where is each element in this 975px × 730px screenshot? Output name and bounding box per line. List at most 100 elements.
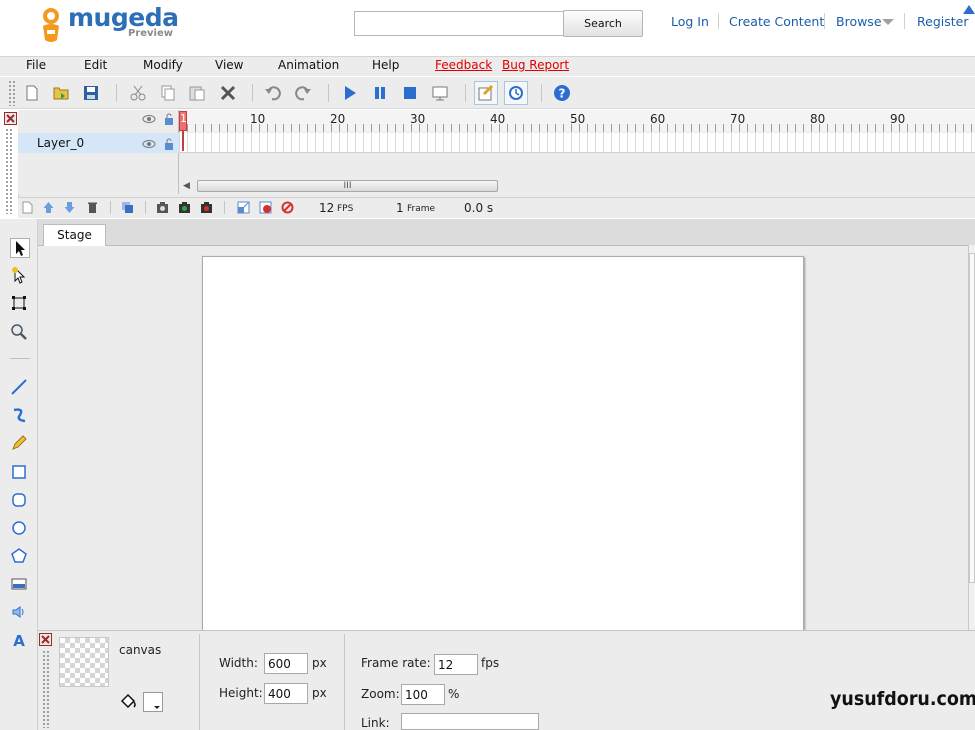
insert-frame-icon[interactable] [156, 201, 169, 214]
width-input[interactable]: 600 [264, 653, 308, 674]
text-tool[interactable]: A [10, 631, 30, 651]
play-icon[interactable] [341, 84, 359, 102]
close-icon[interactable] [39, 633, 52, 646]
motion-tween-icon[interactable] [237, 201, 250, 214]
zoom-label: Zoom: [361, 687, 400, 701]
search-button[interactable]: Search [563, 10, 643, 37]
help-icon[interactable]: ? [553, 84, 571, 102]
eye-icon[interactable] [142, 139, 156, 149]
new-layer-icon[interactable] [21, 201, 34, 214]
remove-keyframe-icon[interactable] [200, 201, 213, 214]
toolbar-grip[interactable] [8, 80, 16, 106]
edit-note-icon[interactable] [477, 84, 495, 102]
new-file-icon[interactable] [23, 84, 41, 102]
ellipse-tool[interactable] [10, 519, 30, 539]
circle-icon [12, 521, 26, 535]
svg-text:A: A [13, 632, 25, 649]
trash-icon[interactable] [86, 201, 99, 214]
pause-icon[interactable] [371, 84, 389, 102]
collapse-up-icon[interactable] [963, 5, 975, 14]
rounded-rectangle-tool[interactable] [10, 491, 30, 511]
panel-separator [199, 634, 200, 730]
copy-icon[interactable] [159, 84, 177, 102]
layer-name[interactable]: Layer_0 [37, 136, 84, 150]
frame-rate-label: Frame rate: [361, 656, 431, 670]
scroll-left-arrow-icon[interactable]: ◀ [183, 181, 190, 191]
playhead-line [182, 131, 184, 151]
paste-icon[interactable] [188, 84, 206, 102]
preview-screen-icon[interactable] [431, 84, 449, 102]
rectangle-tool[interactable] [10, 463, 30, 483]
magnifier-icon [11, 324, 27, 340]
menu-view[interactable]: View [215, 58, 243, 72]
properties-grip[interactable] [42, 650, 50, 728]
timeline-scrollbar[interactable]: III [197, 180, 498, 192]
bug-report-link[interactable]: Bug Report [502, 58, 569, 72]
stage-vertical-scrollbar[interactable] [968, 245, 975, 630]
menu-edit[interactable]: Edit [84, 58, 107, 72]
menu-file[interactable]: File [26, 58, 46, 72]
height-input[interactable]: 400 [264, 683, 308, 704]
feedback-link[interactable]: Feedback [435, 58, 492, 72]
nav-separator [904, 13, 905, 29]
image-tool[interactable] [10, 575, 30, 595]
zoom-tool[interactable] [10, 323, 30, 343]
frame-rate-input[interactable]: 12 [434, 654, 478, 675]
lock-icon[interactable] [164, 112, 174, 126]
transform-tool[interactable] [10, 294, 30, 314]
menu-animation[interactable]: Animation [278, 58, 339, 72]
frame-rate-unit: fps [481, 656, 500, 670]
background-color-swatch[interactable] [143, 692, 163, 712]
time-value: 0.0 s [464, 201, 494, 215]
ruler-number: 90 [890, 112, 906, 126]
open-icon[interactable] [52, 84, 70, 102]
browse-link[interactable]: Browse [836, 14, 882, 29]
zoom-input[interactable]: 100 [401, 684, 445, 705]
pencil-icon [12, 435, 27, 450]
remove-tween-icon[interactable] [281, 201, 294, 214]
clock-icon[interactable] [507, 84, 525, 102]
delete-icon[interactable] [219, 84, 237, 102]
shape-tween-icon[interactable] [259, 201, 272, 214]
register-link[interactable]: Register [917, 14, 968, 29]
move-layer-down-icon[interactable] [63, 201, 76, 214]
login-link[interactable]: Log In [671, 14, 709, 29]
tab-stage[interactable]: Stage [43, 224, 106, 246]
eye-icon[interactable] [142, 114, 156, 124]
paint-bucket-icon[interactable] [119, 692, 137, 710]
audio-tool[interactable] [10, 603, 30, 623]
chevron-down-icon[interactable] [882, 19, 894, 25]
chevron-down-icon [154, 706, 160, 709]
close-icon[interactable] [4, 112, 17, 125]
select-tool[interactable] [10, 238, 30, 258]
lock-icon[interactable] [164, 137, 174, 151]
save-icon[interactable] [82, 84, 100, 102]
move-layer-up-icon[interactable] [42, 201, 55, 214]
frame-grid[interactable] [179, 133, 975, 153]
subselect-tool[interactable] [10, 266, 30, 286]
menu-modify[interactable]: Modify [143, 58, 183, 72]
insert-keyframe-icon[interactable] [178, 201, 191, 214]
polygon-tool[interactable] [10, 547, 30, 567]
link-label: Link: [361, 716, 390, 730]
pencil-tool[interactable] [10, 434, 30, 454]
layers-icon[interactable] [121, 201, 134, 214]
cut-icon[interactable] [129, 84, 147, 102]
mugeda-logo-icon[interactable] [38, 6, 66, 44]
nav-separator [824, 13, 825, 29]
stage-canvas[interactable] [202, 256, 804, 636]
menu-help[interactable]: Help [372, 58, 399, 72]
frame-unit: Frame [407, 204, 436, 214]
redo-icon[interactable] [294, 84, 312, 102]
stop-icon[interactable] [401, 84, 419, 102]
search-input[interactable] [354, 11, 564, 36]
scrollbar-thumb[interactable] [969, 253, 975, 583]
curve-tool[interactable] [10, 406, 30, 426]
zoom-unit: % [448, 687, 460, 701]
create-content-link[interactable]: Create Content [729, 14, 824, 29]
link-input[interactable] [401, 713, 539, 730]
timeline-grip[interactable] [5, 128, 13, 214]
line-tool[interactable] [10, 378, 30, 398]
panel-separator [344, 634, 345, 730]
undo-icon[interactable] [264, 84, 282, 102]
